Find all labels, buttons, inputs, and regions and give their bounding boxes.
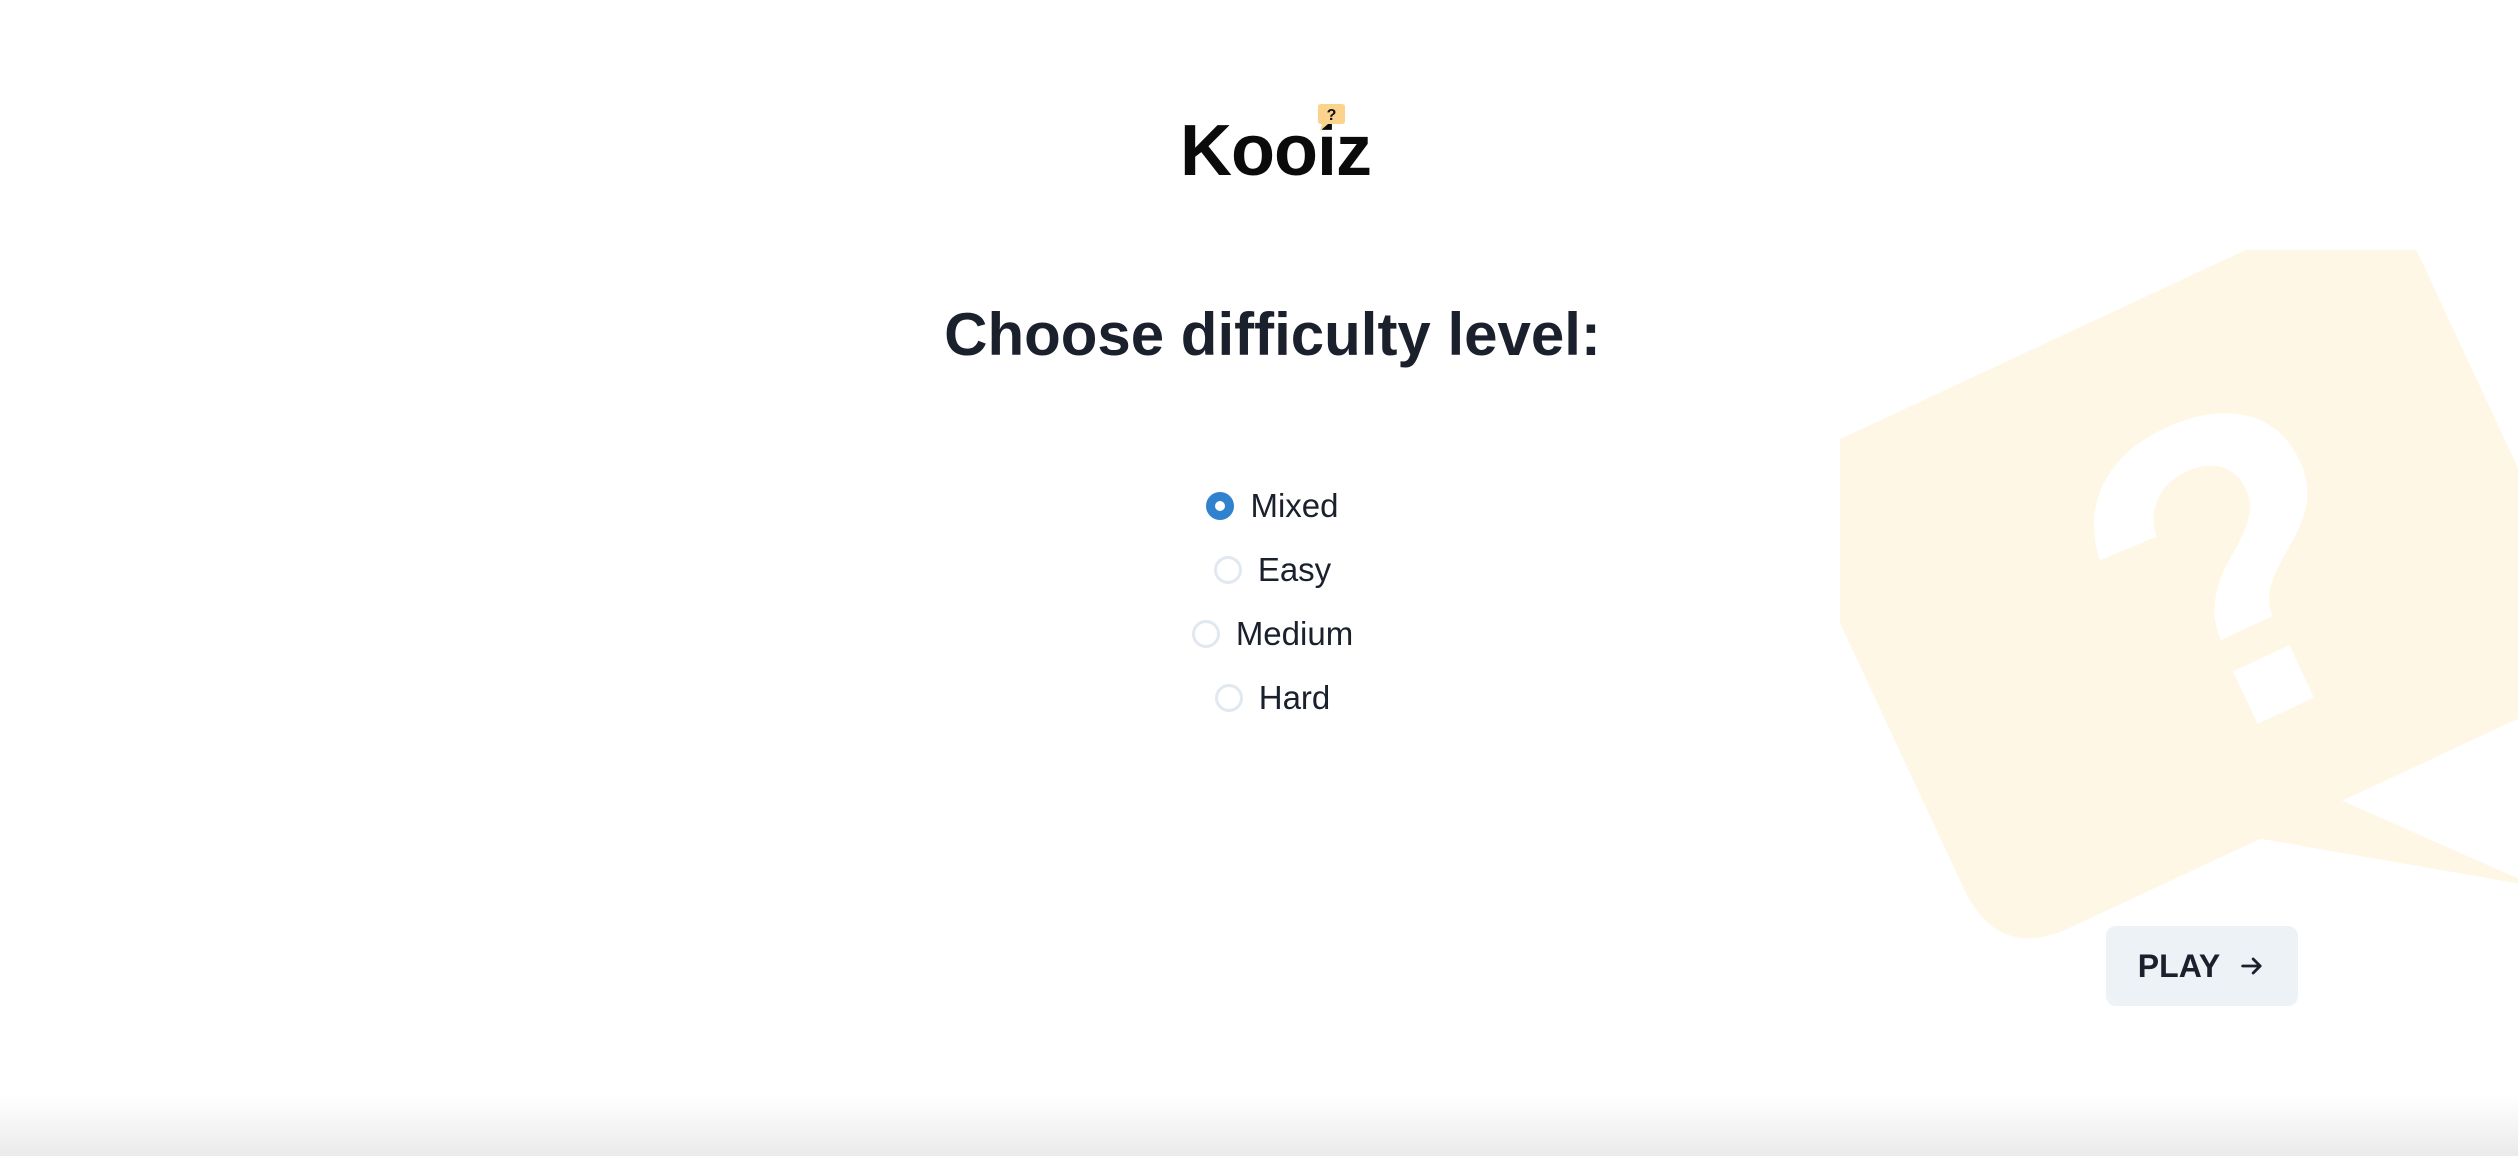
page-title: Choose difficulty level: <box>944 301 1601 368</box>
difficulty-radio-group: Mixed Easy Medium Hard <box>0 474 2518 730</box>
difficulty-option-hard[interactable]: Hard <box>1214 666 1331 730</box>
option-label: Medium <box>1235 615 1354 652</box>
option-label: Easy <box>1257 551 1332 588</box>
app-logo: Kooiz ? <box>1180 100 1380 190</box>
option-label: Mixed <box>1250 487 1339 524</box>
option-label: Hard <box>1258 679 1331 716</box>
radio-button-easy[interactable] <box>1213 556 1242 584</box>
radio-button-hard[interactable] <box>1214 684 1243 712</box>
difficulty-option-mixed[interactable]: Mixed <box>1206 474 1339 538</box>
bottom-shade <box>0 1096 2518 1156</box>
svg-text:?: ? <box>1327 107 1337 124</box>
play-button[interactable]: PLAY <box>2106 926 2298 1006</box>
play-button-label: PLAY <box>2137 947 2221 984</box>
radio-button-mixed[interactable] <box>1206 492 1235 520</box>
difficulty-option-easy[interactable]: Easy <box>1213 538 1332 602</box>
arrow-right-icon <box>2241 957 2262 975</box>
difficulty-option-medium[interactable]: Medium <box>1191 602 1354 666</box>
radio-button-medium[interactable] <box>1191 620 1220 648</box>
question-badge-icon: ? <box>1318 104 1345 131</box>
